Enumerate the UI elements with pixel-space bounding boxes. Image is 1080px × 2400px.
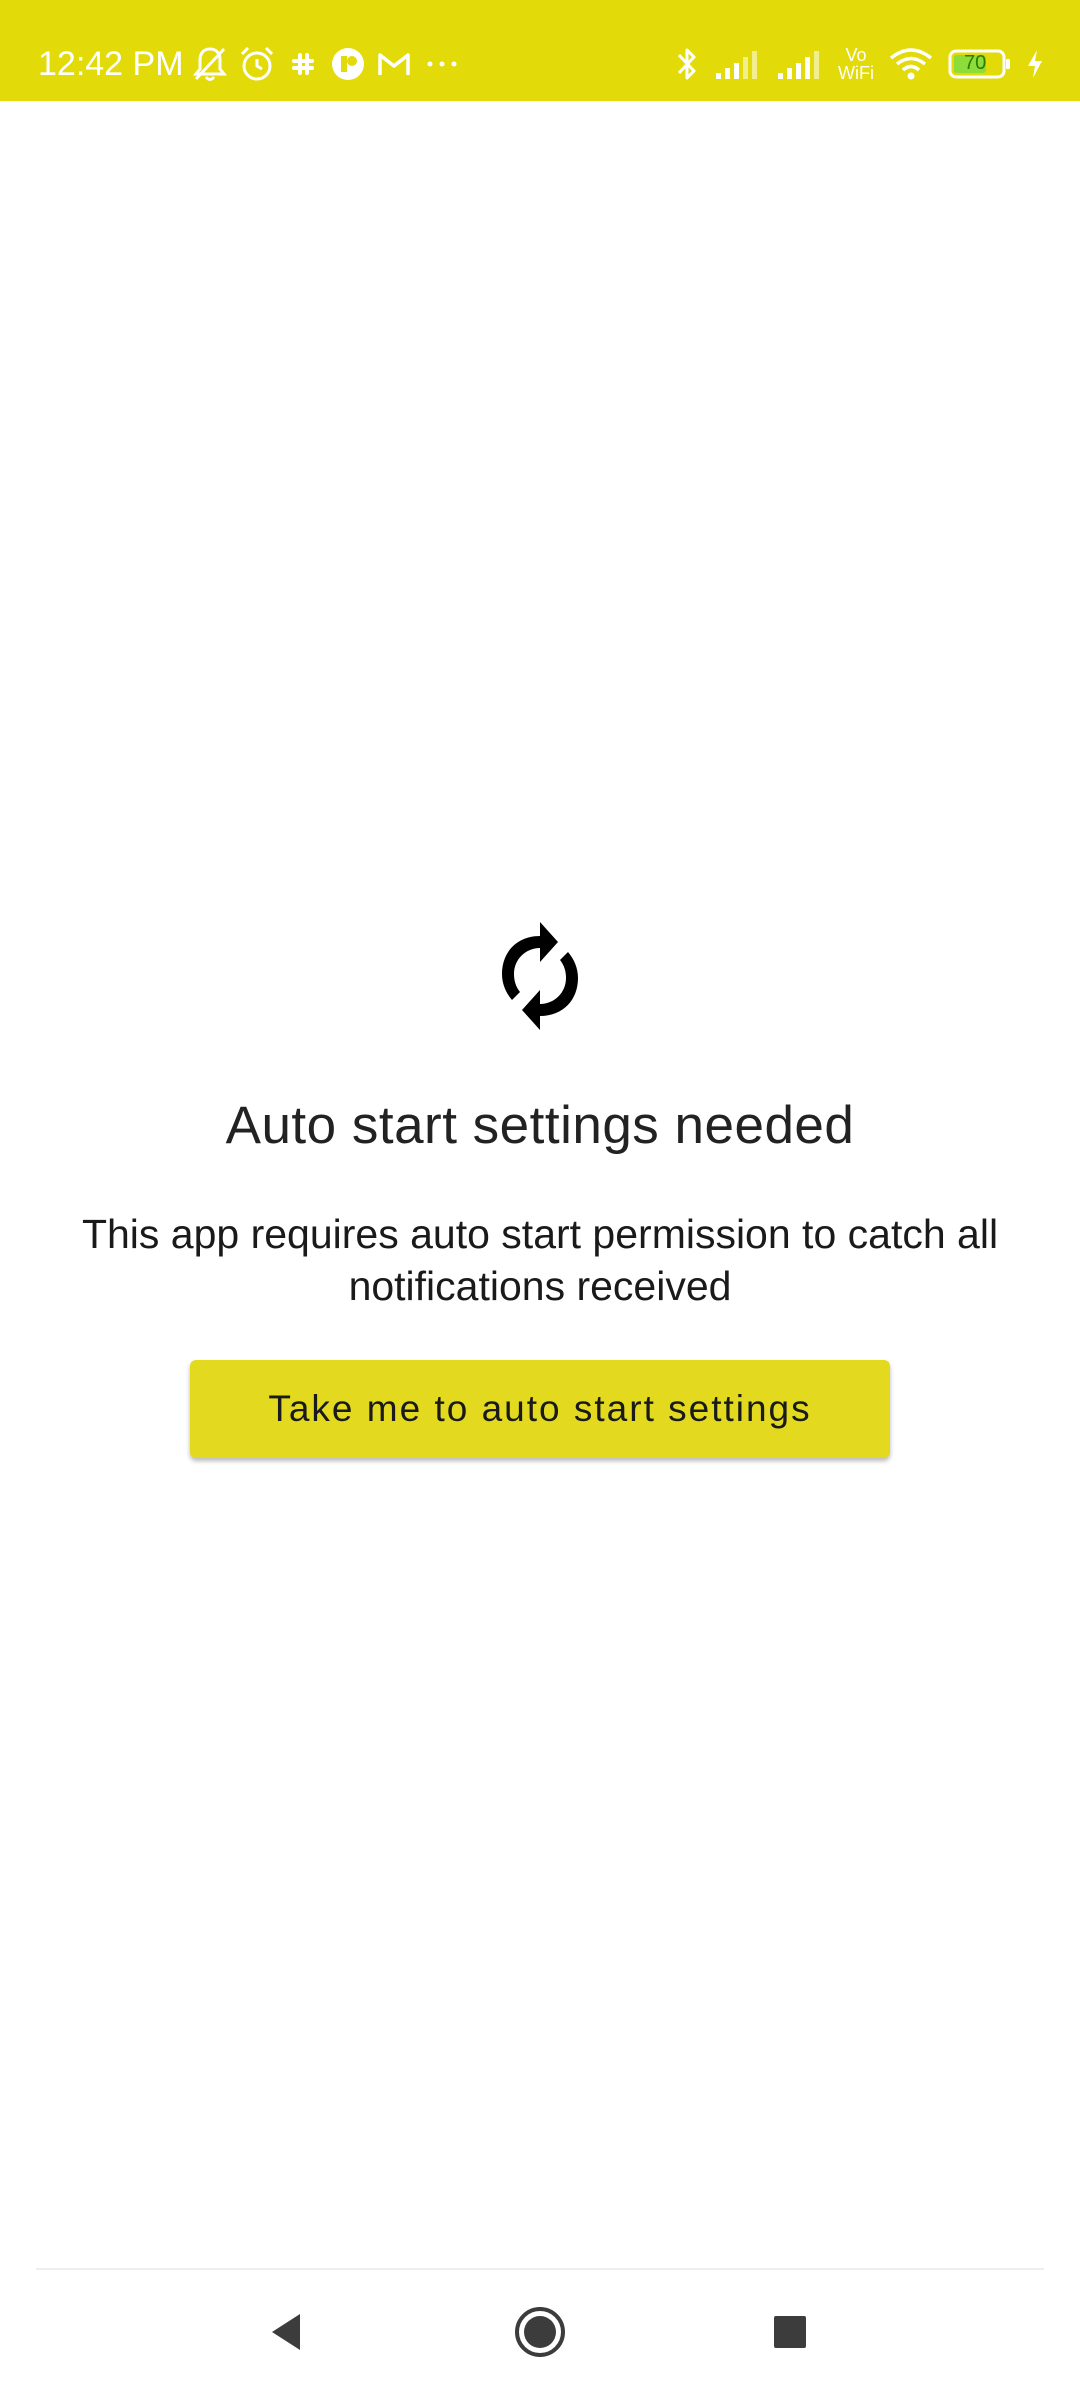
- recents-button[interactable]: [750, 2292, 830, 2372]
- battery-icon: 70: [948, 48, 1012, 80]
- notifications-off-icon: [192, 45, 228, 83]
- page-title: Auto start settings needed: [225, 1096, 855, 1155]
- status-right-icons: Vo WiFi 70: [674, 40, 1044, 88]
- signal-icon: [776, 47, 824, 81]
- back-icon: [266, 2310, 306, 2354]
- bluetooth-icon: [674, 44, 700, 84]
- vowifi-top-label: Vo: [845, 45, 867, 65]
- vowifi-icon: Vo WiFi: [838, 46, 874, 82]
- auto-start-settings-button[interactable]: Take me to auto start settings: [190, 1360, 890, 1458]
- navigation-bar: [0, 2270, 1080, 2400]
- vowifi-bottom-label: WiFi: [838, 63, 874, 83]
- status-time: 12:42 PM: [38, 45, 184, 83]
- battery-level: 70: [964, 52, 987, 74]
- wifi-icon: [888, 46, 934, 82]
- charging-icon: [1026, 48, 1044, 80]
- sync-icon: [490, 912, 590, 1042]
- description-text: This app requires auto start permission …: [81, 1211, 999, 1309]
- alarm-icon: [238, 45, 276, 83]
- more-icon: [422, 54, 466, 74]
- status-left-icons: [192, 40, 466, 88]
- home-button[interactable]: [500, 2292, 580, 2372]
- recents-icon: [770, 2312, 810, 2352]
- gmail-icon: [376, 49, 412, 79]
- app-icon: [330, 46, 366, 82]
- slack-icon: [286, 47, 320, 81]
- signal-icon: [714, 47, 762, 81]
- screen: 12:42 PM Vo WiFi 70 Auto start settings …: [0, 0, 1080, 2400]
- status-bar: 12:42 PM Vo WiFi 70: [0, 0, 1080, 101]
- back-button[interactable]: [246, 2292, 326, 2372]
- home-icon: [512, 2304, 568, 2360]
